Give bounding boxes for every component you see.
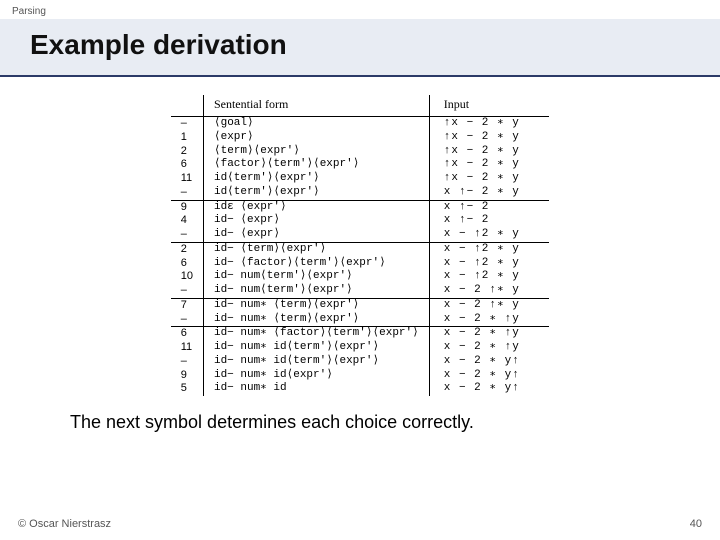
table-row: 11id⟨term′⟩⟨expr′⟩↑x − 2 ∗ y <box>171 172 550 186</box>
topic-label: Parsing <box>0 0 720 19</box>
rule-cell: 9 <box>171 369 204 383</box>
table-row: 6⟨factor⟩⟨term′⟩⟨expr′⟩↑x − 2 ∗ y <box>171 158 550 172</box>
sentential-cell: ⟨term⟩⟨expr′⟩ <box>203 145 429 159</box>
rule-cell: 4 <box>171 214 204 228</box>
rule-cell: 6 <box>171 158 204 172</box>
input-cell: x − 2 ∗ ↑y <box>429 341 549 355</box>
table-body: –⟨goal⟩↑x − 2 ∗ y1⟨expr⟩↑x − 2 ∗ y2⟨term… <box>171 117 550 397</box>
sentential-cell: id⟨term′⟩⟨expr′⟩ <box>203 186 429 200</box>
table-row: 2id− ⟨term⟩⟨expr′⟩x − ↑2 ∗ y <box>171 242 550 256</box>
sentential-cell: id− num∗ ⟨term⟩⟨expr′⟩ <box>203 313 429 327</box>
rule-cell: – <box>171 313 204 327</box>
input-cell: x − ↑2 ∗ y <box>429 242 549 256</box>
rule-cell: – <box>171 228 204 242</box>
table-row: 6id− ⟨factor⟩⟨term′⟩⟨expr′⟩x − ↑2 ∗ y <box>171 257 550 271</box>
input-cell: x − 2 ∗ y↑ <box>429 382 549 396</box>
input-cell: x − ↑2 ∗ y <box>429 228 549 242</box>
rule-cell: 2 <box>171 145 204 159</box>
rule-cell: 1 <box>171 131 204 145</box>
table-row: 1⟨expr⟩↑x − 2 ∗ y <box>171 131 550 145</box>
input-cell: ↑x − 2 ∗ y <box>429 172 549 186</box>
input-cell: x ↑− 2 <box>429 214 549 228</box>
input-cell: x − 2 ↑∗ y <box>429 298 549 312</box>
table-row: –id− num⟨term′⟩⟨expr′⟩x − 2 ↑∗ y <box>171 284 550 298</box>
slide-title: Example derivation <box>30 29 690 61</box>
sentential-cell: id− num∗ id⟨term′⟩⟨expr′⟩ <box>203 355 429 369</box>
table-row: 6id− num∗ ⟨factor⟩⟨term′⟩⟨expr′⟩x − 2 ∗ … <box>171 327 550 341</box>
input-cell: x − ↑2 ∗ y <box>429 270 549 284</box>
rule-cell: 6 <box>171 327 204 341</box>
rule-cell: 5 <box>171 382 204 396</box>
input-cell: x − 2 ∗ ↑y <box>429 313 549 327</box>
rule-cell: 11 <box>171 341 204 355</box>
table-row: 11id− num∗ id⟨term′⟩⟨expr′⟩x − 2 ∗ ↑y <box>171 341 550 355</box>
sentential-cell: id⟨term′⟩⟨expr′⟩ <box>203 172 429 186</box>
input-cell: ↑x − 2 ∗ y <box>429 131 549 145</box>
sentential-cell: id− ⟨expr⟩ <box>203 228 429 242</box>
copyright: © Oscar Nierstrasz <box>18 518 111 530</box>
table-row: –⟨goal⟩↑x − 2 ∗ y <box>171 117 550 131</box>
rule-cell: – <box>171 355 204 369</box>
table-row: 9idε ⟨expr′⟩x ↑− 2 <box>171 200 550 214</box>
sentential-cell: ⟨goal⟩ <box>203 117 429 131</box>
input-cell: x ↑− 2 <box>429 200 549 214</box>
rule-cell: – <box>171 117 204 131</box>
sentential-cell: id− num⟨term′⟩⟨expr′⟩ <box>203 284 429 298</box>
table-row: –id⟨term′⟩⟨expr′⟩x ↑− 2 ∗ y <box>171 186 550 200</box>
page-number: 40 <box>690 518 702 530</box>
input-cell: x − ↑2 ∗ y <box>429 257 549 271</box>
table-row: 9id− num∗ id⟨expr′⟩x − 2 ∗ y↑ <box>171 369 550 383</box>
content-area: Sentential form Input –⟨goal⟩↑x − 2 ∗ y1… <box>0 77 720 540</box>
rule-cell: 6 <box>171 257 204 271</box>
table-row: 7id− num∗ ⟨term⟩⟨expr′⟩x − 2 ↑∗ y <box>171 298 550 312</box>
rule-cell: – <box>171 186 204 200</box>
rule-cell: 10 <box>171 270 204 284</box>
rule-cell: 11 <box>171 172 204 186</box>
col-input: Input <box>429 95 549 117</box>
input-cell: ↑x − 2 ∗ y <box>429 158 549 172</box>
derivation-table: Sentential form Input –⟨goal⟩↑x − 2 ∗ y1… <box>171 95 550 396</box>
sentential-cell: id− ⟨expr⟩ <box>203 214 429 228</box>
sentential-cell: idε ⟨expr′⟩ <box>203 200 429 214</box>
title-bar: Example derivation <box>0 19 720 77</box>
caption-text: The next symbol determines each choice c… <box>0 396 474 433</box>
table-row: 2⟨term⟩⟨expr′⟩↑x − 2 ∗ y <box>171 145 550 159</box>
table-row: –id− ⟨expr⟩x − ↑2 ∗ y <box>171 228 550 242</box>
sentential-cell: id− num⟨term′⟩⟨expr′⟩ <box>203 270 429 284</box>
table-row: 4id− ⟨expr⟩x ↑− 2 <box>171 214 550 228</box>
col-rule <box>171 95 204 117</box>
table-row: 10id− num⟨term′⟩⟨expr′⟩x − ↑2 ∗ y <box>171 270 550 284</box>
slide: Parsing Example derivation Sentential fo… <box>0 0 720 540</box>
input-cell: ↑x − 2 ∗ y <box>429 117 549 131</box>
sentential-cell: ⟨expr⟩ <box>203 131 429 145</box>
sentential-cell: id− num∗ ⟨term⟩⟨expr′⟩ <box>203 298 429 312</box>
table-row: –id− num∗ id⟨term′⟩⟨expr′⟩x − 2 ∗ y↑ <box>171 355 550 369</box>
table-row: –id− num∗ ⟨term⟩⟨expr′⟩x − 2 ∗ ↑y <box>171 313 550 327</box>
sentential-cell: id− num∗ id <box>203 382 429 396</box>
table-header-row: Sentential form Input <box>171 95 550 117</box>
rule-cell: – <box>171 284 204 298</box>
sentential-cell: id− ⟨factor⟩⟨term′⟩⟨expr′⟩ <box>203 257 429 271</box>
table-row: 5id− num∗ idx − 2 ∗ y↑ <box>171 382 550 396</box>
sentential-cell: ⟨factor⟩⟨term′⟩⟨expr′⟩ <box>203 158 429 172</box>
input-cell: x − 2 ∗ ↑y <box>429 327 549 341</box>
col-sentential: Sentential form <box>203 95 429 117</box>
rule-cell: 9 <box>171 200 204 214</box>
footer: © Oscar Nierstrasz 40 <box>18 518 702 530</box>
sentential-cell: id− num∗ ⟨factor⟩⟨term′⟩⟨expr′⟩ <box>203 327 429 341</box>
sentential-cell: id− num∗ id⟨expr′⟩ <box>203 369 429 383</box>
sentential-cell: id− num∗ id⟨term′⟩⟨expr′⟩ <box>203 341 429 355</box>
rule-cell: 2 <box>171 242 204 256</box>
input-cell: x − 2 ∗ y↑ <box>429 355 549 369</box>
input-cell: x − 2 ↑∗ y <box>429 284 549 298</box>
derivation-table-wrap: Sentential form Input –⟨goal⟩↑x − 2 ∗ y1… <box>171 95 550 396</box>
input-cell: x ↑− 2 ∗ y <box>429 186 549 200</box>
input-cell: x − 2 ∗ y↑ <box>429 369 549 383</box>
input-cell: ↑x − 2 ∗ y <box>429 145 549 159</box>
rule-cell: 7 <box>171 298 204 312</box>
sentential-cell: id− ⟨term⟩⟨expr′⟩ <box>203 242 429 256</box>
